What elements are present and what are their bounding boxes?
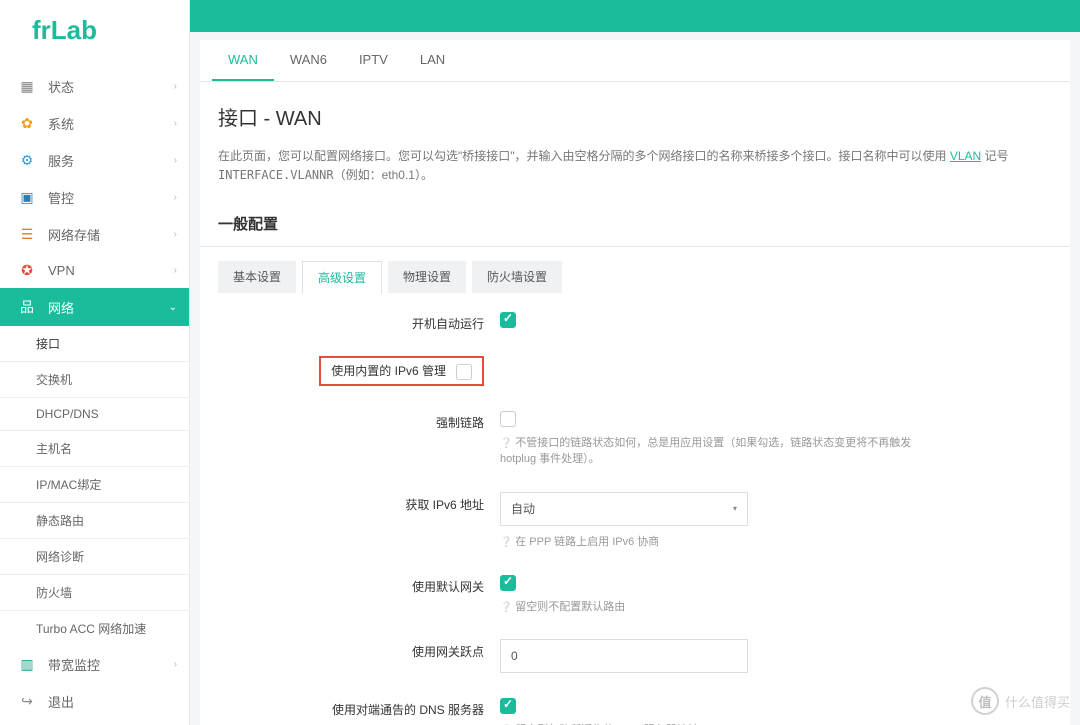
ctab-firewall[interactable]: 防火墙设置 bbox=[472, 261, 562, 293]
chevron-right-icon: › bbox=[174, 659, 177, 670]
chevron-down-icon: ⌄ bbox=[169, 302, 177, 313]
checkbox-forcelink[interactable] bbox=[500, 411, 516, 427]
chevron-right-icon: › bbox=[174, 265, 177, 276]
chevron-right-icon: › bbox=[174, 118, 177, 129]
storage-icon: ☰ bbox=[18, 226, 36, 243]
grid-icon: ▦ bbox=[18, 78, 36, 95]
chevron-right-icon: › bbox=[174, 155, 177, 166]
tab-lan[interactable]: LAN bbox=[404, 40, 461, 81]
watermark-badge: 值 bbox=[971, 687, 999, 715]
nav-label: 网络存储 bbox=[48, 225, 174, 244]
ctab-basic[interactable]: 基本设置 bbox=[218, 261, 296, 293]
nav-label: VPN bbox=[48, 263, 174, 278]
nav-logout[interactable]: ↪ 退出 bbox=[0, 683, 189, 720]
tab-iptv[interactable]: IPTV bbox=[343, 40, 404, 81]
subnav-diagnostics[interactable]: 网络诊断 bbox=[0, 539, 189, 575]
label-gwmetric: 使用网关跃点 bbox=[218, 639, 500, 660]
settings-form: 开机自动运行 使用内置的 IPv6 管理 强制链路 不管接口的链路状态如何，总是… bbox=[200, 293, 1070, 725]
checkbox-defaultgw[interactable] bbox=[500, 575, 516, 591]
nav-label: 带宽监控 bbox=[48, 655, 174, 674]
watermark-text: 什么值得买 bbox=[1005, 692, 1070, 711]
nav-status[interactable]: ▦ 状态› bbox=[0, 68, 189, 105]
desc-text: 记号 bbox=[981, 149, 1008, 163]
label-defaultgw: 使用默认网关 bbox=[218, 574, 500, 595]
nav-control[interactable]: ▣ 管控› bbox=[0, 179, 189, 216]
nav-label: 系统 bbox=[48, 114, 174, 133]
subnav-dhcp[interactable]: DHCP/DNS bbox=[0, 398, 189, 431]
vpn-icon: ✪ bbox=[18, 262, 36, 279]
ctab-physical[interactable]: 物理设置 bbox=[388, 261, 466, 293]
vlan-link[interactable]: VLAN bbox=[950, 149, 981, 163]
watermark: 值 什么值得买 bbox=[971, 687, 1070, 715]
hint-getipv6: 在 PPP 链路上启用 IPv6 协商 bbox=[500, 534, 940, 551]
highlight-annotation: 使用内置的 IPv6 管理 bbox=[319, 356, 484, 386]
input-gwmetric[interactable] bbox=[500, 639, 748, 673]
subnav-hostname[interactable]: 主机名 bbox=[0, 431, 189, 467]
content-area: WAN WAN6 IPTV LAN 接口 - WAN 在此页面，您可以配置网络接… bbox=[200, 40, 1070, 725]
chevron-right-icon: › bbox=[174, 81, 177, 92]
nav-menu: ▦状态› ✿系统› ⚙服务› ▣管控› ☰网络存储› ✪VPN› 品网络⌄ 接口… bbox=[0, 68, 189, 720]
control-icon: ▣ bbox=[18, 189, 36, 206]
checkbox-ipv6mgmt[interactable] bbox=[456, 364, 472, 380]
page-description: 在此页面，您可以配置网络接口。您可以勾选"桥接接口"，并输入由空格分隔的多个网络… bbox=[200, 147, 1070, 205]
chevron-right-icon: › bbox=[174, 192, 177, 203]
tab-wan[interactable]: WAN bbox=[212, 40, 274, 81]
hint-forcelink: 不管接口的链路状态如何，总是用应用设置（如果勾选，链路状态变更将不再触发 hot… bbox=[500, 435, 940, 468]
nav-label: 状态 bbox=[48, 77, 174, 96]
nav-label: 管控 bbox=[48, 188, 174, 207]
nav-nas[interactable]: ☰ 网络存储› bbox=[0, 216, 189, 253]
gear-icon: ✿ bbox=[18, 115, 36, 132]
subnav-firewall[interactable]: 防火墙 bbox=[0, 575, 189, 611]
checkbox-peerdns[interactable] bbox=[500, 698, 516, 714]
desc-code: INTERFACE.VLANNR bbox=[218, 168, 334, 182]
service-icon: ⚙ bbox=[18, 152, 36, 169]
subnav-static-route[interactable]: 静态路由 bbox=[0, 503, 189, 539]
nav-label: 网络 bbox=[48, 298, 169, 317]
label-forcelink: 强制链路 bbox=[218, 410, 500, 431]
ctab-advanced[interactable]: 高级设置 bbox=[302, 261, 382, 294]
nav-service[interactable]: ⚙ 服务› bbox=[0, 142, 189, 179]
interface-tabs: WAN WAN6 IPTV LAN bbox=[200, 40, 1070, 82]
tab-wan6[interactable]: WAN6 bbox=[274, 40, 343, 81]
select-value: 自动 bbox=[511, 500, 535, 517]
monitor-icon: ▥ bbox=[18, 656, 36, 673]
nav-vpn[interactable]: ✪ VPN› bbox=[0, 253, 189, 288]
config-tabs: 基本设置 高级设置 物理设置 防火墙设置 bbox=[200, 247, 1070, 293]
desc-text: 在此页面，您可以配置网络接口。您可以勾选"桥接接口"，并输入由空格分隔的多个网络… bbox=[218, 149, 950, 163]
network-icon: 品 bbox=[18, 297, 36, 317]
hint-defaultgw: 留空则不配置默认路由 bbox=[500, 599, 940, 616]
nav-label: 退出 bbox=[48, 692, 177, 711]
label-getipv6: 获取 IPv6 地址 bbox=[218, 492, 500, 513]
label-peerdns: 使用对端通告的 DNS 服务器 bbox=[218, 697, 500, 718]
logo: frLab bbox=[0, 0, 189, 56]
subnav-turboacc[interactable]: Turbo ACC 网络加速 bbox=[0, 611, 189, 646]
nav-network-submenu: 接口 交换机 DHCP/DNS 主机名 IP/MAC绑定 静态路由 网络诊断 防… bbox=[0, 326, 189, 646]
nav-system[interactable]: ✿ 系统› bbox=[0, 105, 189, 142]
select-getipv6[interactable]: 自动 ▾ bbox=[500, 492, 748, 526]
subnav-interface[interactable]: 接口 bbox=[0, 326, 189, 362]
page-title: 接口 - WAN bbox=[200, 82, 1070, 147]
subnav-switch[interactable]: 交换机 bbox=[0, 362, 189, 398]
subnav-ipmac[interactable]: IP/MAC绑定 bbox=[0, 467, 189, 503]
logout-icon: ↪ bbox=[18, 693, 36, 710]
desc-text: （例如：eth0.1）。 bbox=[334, 168, 433, 182]
topbar bbox=[190, 0, 1080, 32]
checkbox-autorun[interactable] bbox=[500, 312, 516, 328]
label-autorun: 开机自动运行 bbox=[218, 311, 500, 332]
section-title: 一般配置 bbox=[200, 205, 1070, 247]
sidebar: frLab ▦状态› ✿系统› ⚙服务› ▣管控› ☰网络存储› ✪VPN› 品… bbox=[0, 0, 190, 725]
nav-label: 服务 bbox=[48, 151, 174, 170]
label-ipv6mgmt: 使用内置的 IPv6 管理 bbox=[321, 364, 446, 378]
chevron-down-icon: ▾ bbox=[733, 504, 737, 513]
chevron-right-icon: › bbox=[174, 229, 177, 240]
nav-bandwidth[interactable]: ▥ 带宽监控› bbox=[0, 646, 189, 683]
nav-network[interactable]: 品网络⌄ bbox=[0, 288, 189, 326]
